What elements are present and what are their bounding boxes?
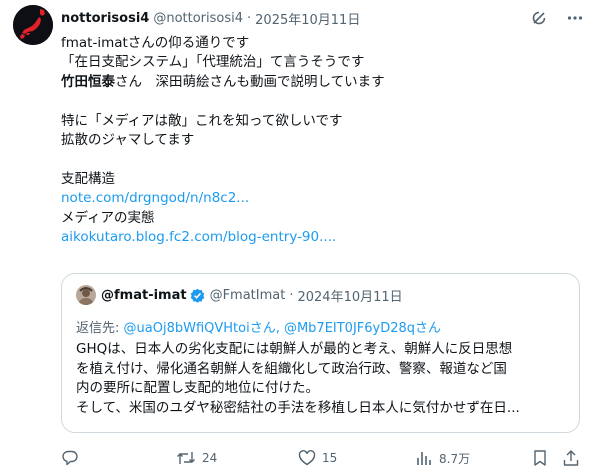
quote-line: 内の要所に配置し支配的地位に付けた。 <box>76 380 319 397</box>
tweet-line-rest: さん 深田萌絵さんも動画で説明しています <box>115 73 385 90</box>
tweet-line: 特に「メディアは敵」これを知って欲しいです <box>61 112 343 129</box>
tweet-body: fmat-imatさんの仰る通りです 「在日支配システム」「代理統治」て言うそう… <box>61 34 581 247</box>
quote-header: @fmat-imat @FmatImat · 2024年10月11日 <box>76 285 403 305</box>
share-button[interactable] <box>562 447 580 469</box>
tweet-line: fmat-imatさんの仰る通りです <box>61 35 250 51</box>
like-count: 15 <box>322 451 338 465</box>
grok-icon[interactable] <box>530 9 548 27</box>
tweet-date[interactable]: 2025年10月11日 <box>255 9 360 28</box>
bookmark-icon <box>534 450 546 466</box>
note-link[interactable]: note.com/drgngod/n/n8c2... <box>61 190 249 206</box>
tweet-line: メディアの実態 <box>61 209 155 226</box>
like-button[interactable]: 15 <box>298 447 337 469</box>
action-bar: 24 15 8.7万 <box>61 447 584 469</box>
more-icon[interactable] <box>566 9 584 27</box>
tweet-header: nottorisosi4 @nottorisosi4 · 2025年10月11日 <box>61 7 584 29</box>
tweet-line: 支配構造 <box>61 170 115 187</box>
reply-button[interactable] <box>61 447 85 469</box>
blog-link[interactable]: aikokutaro.blog.fc2.com/blog-entry-90...… <box>61 229 336 245</box>
verified-icon <box>190 288 205 303</box>
like-icon <box>298 450 316 466</box>
tweet-line: 「在日支配システム」「代理統治」て言うそうです <box>61 54 365 71</box>
quote-line: を植え付け、帰化通名朝鮮人を組織化して政治行政、警察、報道など国 <box>76 360 507 377</box>
reply-mentions[interactable]: @uaOj8bWfiQVHtoiさん, @Mb7EIT0JF6yD28qさん <box>124 321 442 336</box>
quote-avatar <box>76 285 96 305</box>
quote-body: GHQは、日本人の劣化支配には朝鮮人が最的と考え、朝鮮人に反日思想 を植え付け、… <box>76 340 568 418</box>
quote-author-handle: @FmatImat <box>209 287 286 303</box>
quote-date: 2024年10月11日 <box>297 289 403 305</box>
views-icon <box>417 452 431 465</box>
quote-reply-to: 返信先: @uaOj8bWfiQVHtoiさん, @Mb7EIT0JF6yD28… <box>76 317 441 336</box>
share-icon <box>563 450 579 466</box>
quote-author-name: @fmat-imat <box>101 287 187 303</box>
author-handle[interactable]: @nottorisosi4 <box>153 11 243 26</box>
views-button[interactable]: 8.7万 <box>415 447 470 469</box>
tweet-line: 拡散のジャマしてます <box>61 131 195 148</box>
header-icons <box>530 7 584 29</box>
japan-map-avatar-image <box>13 5 53 45</box>
header-separator: · <box>247 10 252 26</box>
avatar[interactable] <box>13 5 53 45</box>
reply-prefix: 返信先: <box>76 321 124 336</box>
author-name[interactable]: nottorisosi4 <box>61 11 149 26</box>
quote-separator: · <box>289 287 294 303</box>
reply-icon <box>62 450 78 466</box>
quoted-tweet[interactable]: @fmat-imat @FmatImat · 2024年10月11日 返信先: … <box>61 273 580 433</box>
quote-line: そして、米国のユダヤ秘密結社の手法を移植し日本人に気付かせず在日... <box>76 399 520 416</box>
quote-line: GHQは、日本人の劣化支配には朝鮮人が最的と考え、朝鮮人に反日思想 <box>76 341 513 357</box>
bookmark-button[interactable] <box>531 447 549 469</box>
retweet-icon <box>177 452 195 464</box>
views-count: 8.7万 <box>439 451 471 466</box>
tweet-line: 竹田恒泰さん 深田萌絵さんも動画で説明しています <box>61 73 581 92</box>
bold-name: 竹田恒泰 <box>61 73 115 90</box>
retweet-button[interactable]: 24 <box>176 447 217 469</box>
retweet-count: 24 <box>202 451 218 465</box>
